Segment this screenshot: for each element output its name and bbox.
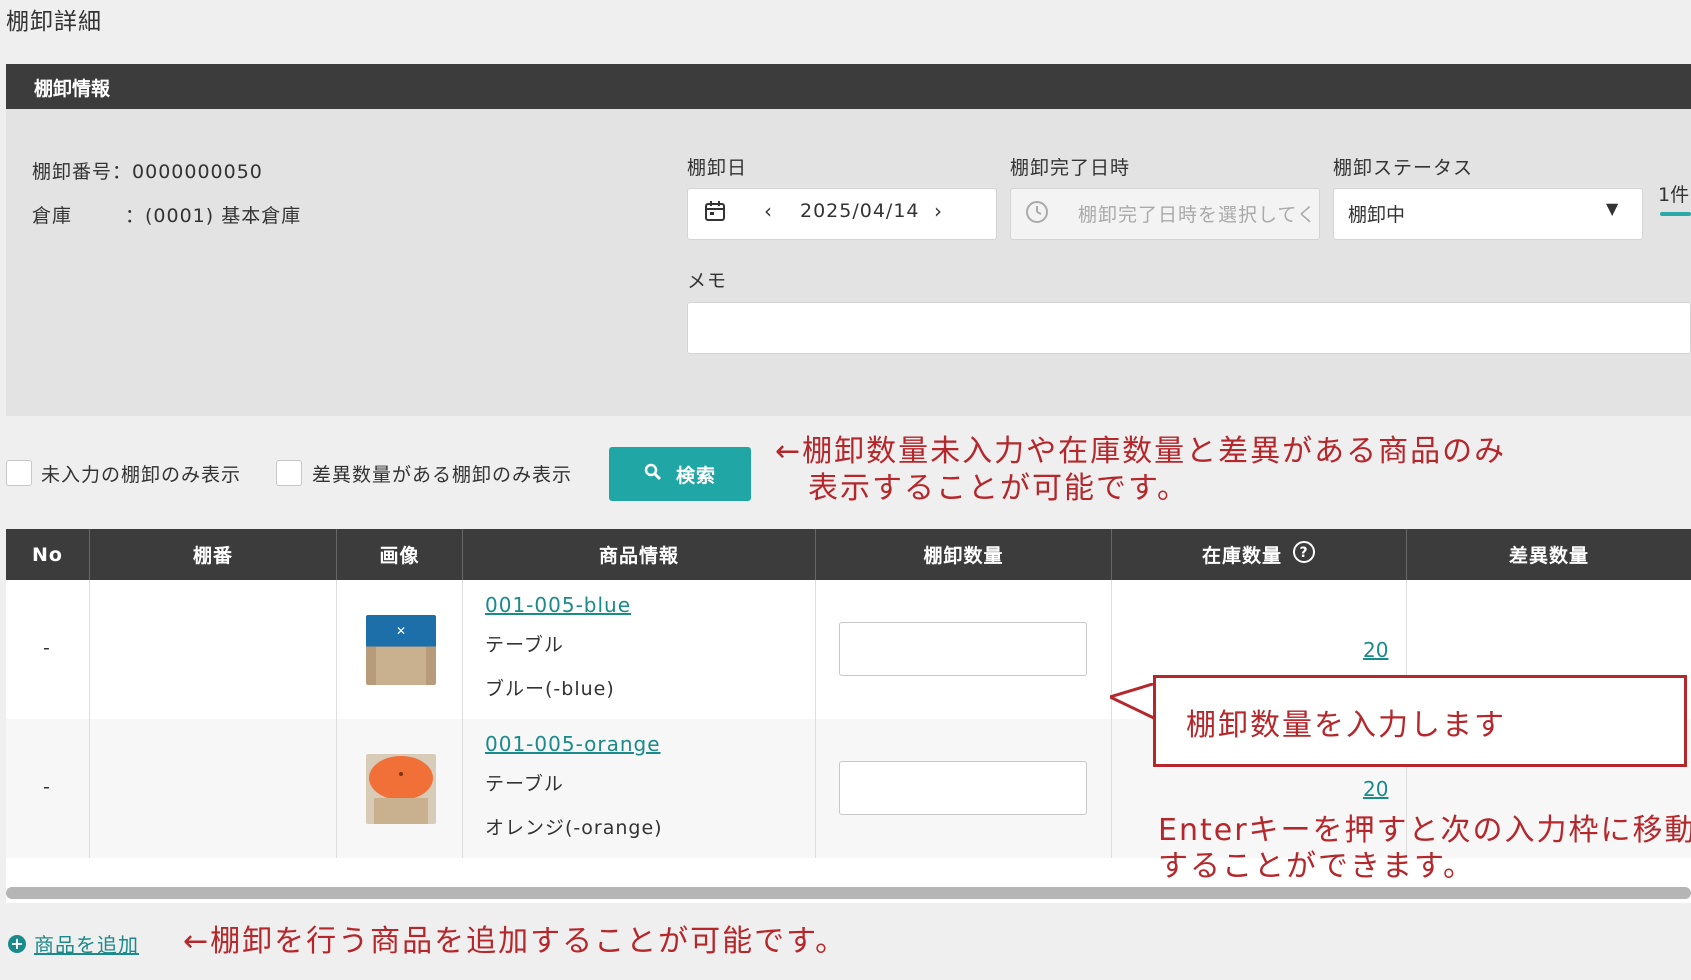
date-label: 棚卸日 (687, 157, 748, 179)
product-image: ✕ (366, 615, 436, 685)
memo-input[interactable] (687, 302, 1691, 354)
completion-placeholder: 棚卸完了日時を選択してください (1078, 204, 1318, 226)
count-qty-input[interactable] (839, 761, 1087, 815)
row-location (90, 580, 337, 719)
unentered-only-label[interactable]: 未入力の棚卸のみ表示 (41, 460, 241, 487)
add-item-label: 商品を追加 (34, 933, 139, 957)
chevron-right-icon[interactable]: › (934, 199, 942, 223)
col-no: No (6, 529, 90, 580)
col-image: 画像 (337, 529, 463, 580)
row-location (90, 719, 337, 858)
svg-text:?: ? (1299, 545, 1308, 561)
inventory-number-label: 棚卸番号 (32, 161, 113, 183)
col-location: 棚番 (90, 529, 337, 580)
warehouse-value: ：(0001) 基本倉庫 (125, 205, 302, 227)
product-name: テーブル (485, 773, 564, 795)
warehouse: 倉庫 ：(0001) 基本倉庫 (32, 201, 301, 228)
inventory-number-value: ：0000000050 (112, 161, 263, 183)
enter-note-line1: Enterキーを押すと次の入力枠に移動 (1158, 813, 1691, 848)
page-title: 棚卸詳細 (6, 9, 102, 35)
enter-note-line2: することができます。 (1158, 849, 1475, 884)
col-stock-qty-label: 在庫数量 (1201, 545, 1282, 567)
help-icon[interactable]: ? (1292, 540, 1316, 569)
inventory-info-panel: 棚卸番号：0000000050 倉庫 ：(0001) 基本倉庫 棚卸日 ‹ 202… (6, 109, 1691, 416)
row-no: - (43, 776, 50, 798)
clock-icon (1025, 200, 1049, 229)
filter-note-line2: 表示することが可能です。 (808, 471, 1189, 506)
warehouse-label: 倉庫 (32, 205, 73, 227)
count-text: 1件 (1658, 184, 1690, 206)
col-count-qty: 棚卸数量 (816, 529, 1112, 580)
count-qty-input[interactable] (839, 622, 1087, 676)
add-item-link[interactable]: + 商品を追加 (8, 929, 139, 958)
callout-pointer (1110, 683, 1158, 722)
horizontal-scrollbar[interactable] (6, 887, 1691, 899)
difference-only-label[interactable]: 差異数量がある棚卸のみ表示 (312, 460, 572, 487)
caret-down-icon: ▼ (1606, 199, 1619, 218)
unentered-only-checkbox[interactable] (6, 460, 32, 486)
svg-text:✕: ✕ (396, 624, 406, 638)
callout-box: 棚卸数量を入力します (1153, 675, 1687, 767)
calendar-icon (704, 200, 726, 227)
stock-qty-link[interactable]: 20 (1363, 777, 1388, 801)
stock-qty-link[interactable]: 20 (1363, 638, 1388, 662)
col-diff-qty: 差異数量 (1508, 545, 1589, 567)
count-indicator (1660, 212, 1691, 216)
search-button-label: 検索 (675, 464, 716, 487)
callout-text: 棚卸数量を入力します (1186, 708, 1506, 743)
col-stock-qty: 在庫数量 ? (1112, 529, 1407, 580)
filter-note-line1: ←棚卸数量未入力や在庫数量と差異がある商品のみ (775, 434, 1507, 469)
status-select[interactable]: 棚卸中 ▼ (1333, 188, 1643, 240)
difference-only-checkbox[interactable] (276, 460, 302, 486)
panel-header: 棚卸情報 (6, 64, 1691, 109)
col-product-info: 商品情報 (463, 529, 816, 580)
plus-circle-icon: + (8, 934, 26, 953)
product-variant: オレンジ(-orange) (485, 817, 663, 839)
memo-label: メモ (687, 270, 728, 292)
inventory-number: 棚卸番号：0000000050 (32, 157, 263, 184)
status-value: 棚卸中 (1348, 204, 1406, 226)
product-variant: ブルー(-blue) (485, 678, 615, 700)
status-label: 棚卸ステータス (1333, 157, 1474, 179)
search-icon (644, 463, 662, 486)
date-value: 2025/04/14 (800, 200, 920, 222)
add-note: ←棚卸を行う商品を追加することが可能です。 (183, 924, 848, 959)
product-name: テーブル (485, 634, 564, 656)
product-code-link[interactable]: 001-005-blue (485, 593, 631, 617)
completion-datetime-input[interactable]: 棚卸完了日時を選択してください (1010, 188, 1320, 240)
completion-label: 棚卸完了日時 (1010, 157, 1131, 179)
date-picker[interactable]: ‹ 2025/04/14 › (687, 188, 997, 240)
chevron-left-icon[interactable]: ‹ (764, 199, 772, 223)
product-image (366, 754, 436, 824)
product-code-link[interactable]: 001-005-orange (485, 732, 661, 756)
table-header: No 棚番 画像 商品情報 棚卸数量 在庫数量 ? 差異数量 (6, 529, 1691, 580)
row-no: - (43, 637, 50, 659)
search-button[interactable]: 検索 (609, 447, 751, 501)
